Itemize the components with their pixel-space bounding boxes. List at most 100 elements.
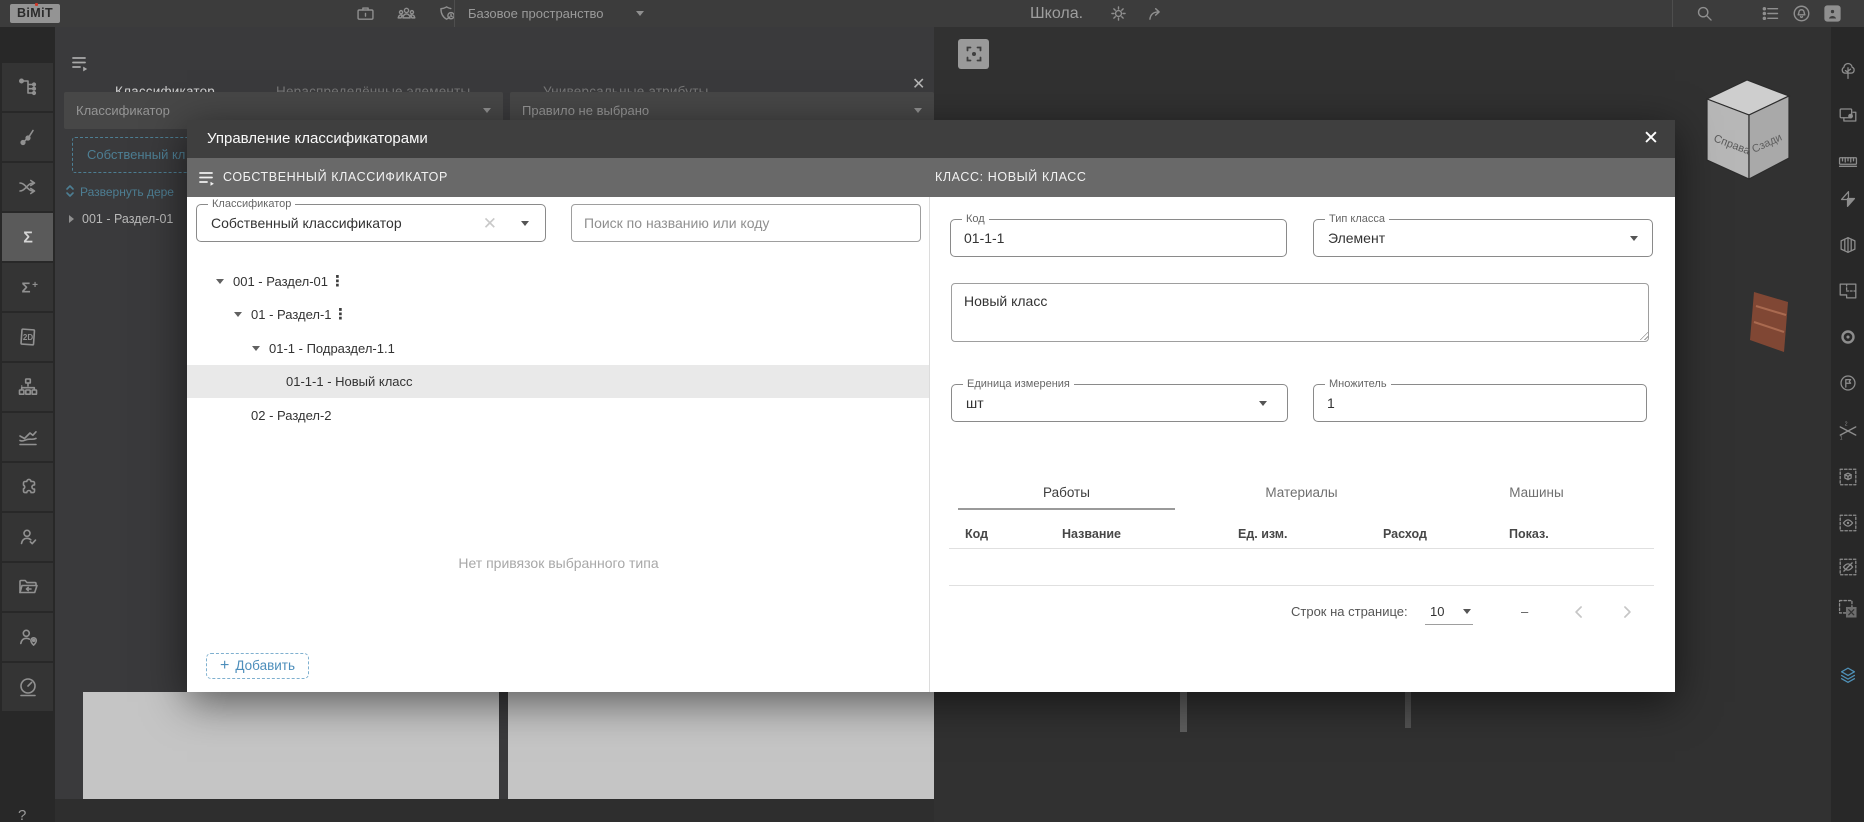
multiplier-field[interactable]: Множитель: [1313, 384, 1647, 422]
dialog-title: Управление классификаторами: [207, 130, 428, 147]
workspace-selector[interactable]: Базовое пространство: [468, 0, 604, 27]
user-location-icon[interactable]: [2, 613, 53, 661]
locate-icon[interactable]: [1831, 317, 1864, 357]
code-input[interactable]: [964, 220, 1256, 256]
clear-selection-icon[interactable]: [1831, 589, 1864, 629]
tree-row[interactable]: 01 - Раздел-1 ⋮: [187, 298, 929, 331]
gauge-icon[interactable]: [2, 663, 53, 711]
logo-accent-dot: [35, 3, 38, 6]
kebab-menu-icon[interactable]: ⋮: [330, 265, 345, 298]
puzzle-icon[interactable]: [2, 463, 53, 511]
help-icon[interactable]: ?: [18, 807, 26, 822]
avatar-icon[interactable]: [1822, 3, 1843, 24]
expand-collapse-icon: [64, 184, 76, 203]
tree-row[interactable]: 001 - Раздел-01 ⋮: [187, 265, 929, 298]
table-divider: [949, 548, 1654, 549]
briefcase-icon[interactable]: [355, 3, 376, 24]
tab-works[interactable]: Работы: [949, 485, 1184, 507]
gear-icon[interactable]: [1108, 3, 1129, 24]
user-check-icon[interactable]: [2, 513, 53, 561]
caret-down-icon[interactable]: [234, 312, 242, 317]
ruler-icon[interactable]: [1831, 141, 1864, 181]
caret-down-icon[interactable]: [252, 346, 260, 351]
shuffle-icon[interactable]: [2, 163, 53, 211]
background-tree-item[interactable]: 001 - Раздел-01: [69, 212, 173, 226]
clear-icon[interactable]: ✕: [483, 215, 497, 232]
panel-menu-icon[interactable]: [70, 53, 90, 78]
tree-search-input[interactable]: [572, 205, 920, 241]
show-eye-icon[interactable]: [1831, 503, 1864, 543]
plus-icon: +: [220, 657, 229, 674]
caret-right-icon[interactable]: [69, 215, 74, 223]
search-icon[interactable]: [1694, 3, 1715, 24]
chevron-down-icon[interactable]: [1259, 401, 1267, 406]
trend-chart-icon[interactable]: [2, 413, 53, 461]
tree-row-selected[interactable]: 01-1-1 - Новый класс: [187, 365, 929, 398]
unit-select[interactable]: Единица измерения шт: [951, 384, 1288, 422]
classifier-dropdown-label: Классификатор: [76, 103, 170, 118]
add-binding-button[interactable]: + Добавить: [206, 653, 309, 679]
hide-eye-icon[interactable]: [1831, 547, 1864, 587]
column-header-name: Название: [1062, 527, 1121, 541]
chevron-down-icon[interactable]: [521, 221, 529, 226]
tree-row-label: 01 - Раздел-1: [251, 298, 332, 331]
org-chart-icon[interactable]: [2, 363, 53, 411]
dialog-body: Классификатор Собственный классификатор …: [187, 197, 1675, 692]
chevron-down-icon[interactable]: [636, 11, 644, 16]
caret-down-icon[interactable]: [216, 279, 224, 284]
tree-view-icon[interactable]: [1831, 51, 1864, 91]
sum-icon[interactable]: Σ: [2, 213, 53, 261]
tree-row-label: 01-1-1 - Новый класс: [286, 365, 413, 398]
folder-return-icon[interactable]: [2, 563, 53, 611]
kebab-menu-icon[interactable]: ⋮: [333, 298, 348, 331]
dialog-close-icon[interactable]: ✕: [1641, 129, 1661, 149]
model-fragment-brick: [1748, 288, 1792, 356]
tree-search[interactable]: [571, 204, 921, 242]
overlap-select-icon[interactable]: [1831, 95, 1864, 135]
section-menu-icon[interactable]: [197, 168, 217, 193]
chevron-down-icon[interactable]: [1630, 236, 1638, 241]
focus-selection-button[interactable]: [958, 39, 989, 69]
sum-plus-icon[interactable]: Σ+: [2, 263, 53, 311]
tab-machines[interactable]: Машины: [1419, 485, 1654, 507]
flip-flash-icon[interactable]: [1831, 179, 1864, 219]
classifier-select[interactable]: Классификатор Собственный классификатор …: [196, 204, 546, 242]
share-icon[interactable]: [1146, 3, 1167, 24]
multiplier-input[interactable]: [1327, 385, 1616, 421]
floorplan-icon[interactable]: [1831, 271, 1864, 311]
code-field[interactable]: Код: [950, 219, 1287, 257]
isolate-icon[interactable]: [1831, 457, 1864, 497]
navigation-cube[interactable]: Справа Сзади: [1700, 65, 1800, 185]
doc-2d-icon[interactable]: 2D: [2, 313, 53, 361]
rows-select-underline: [1425, 624, 1473, 625]
list-icon[interactable]: [1760, 3, 1781, 24]
axes-icon[interactable]: 12: [1831, 411, 1864, 451]
topbar-divider: [454, 0, 455, 27]
class-type-select[interactable]: Тип класса Элемент: [1313, 219, 1653, 257]
app-logo[interactable]: BiMiT: [10, 4, 60, 23]
svg-text:Σ: Σ: [23, 230, 33, 247]
tab-materials[interactable]: Материалы: [1184, 485, 1419, 507]
team-icon[interactable]: [396, 3, 417, 24]
tree-row[interactable]: 01-1 - Подраздел-1.1: [187, 332, 929, 365]
tree-row-label: 001 - Раздел-01: [233, 265, 328, 298]
add-binding-label: Добавить: [235, 658, 295, 673]
panel-close-icon[interactable]: ✕: [912, 77, 925, 93]
tree-row[interactable]: 02 - Раздел-2: [187, 399, 929, 432]
flag-icon[interactable]: [1831, 363, 1864, 403]
right-section-title: КЛАСС: НОВЫЙ КЛАСС: [935, 158, 1087, 197]
bell-icon[interactable]: [1791, 3, 1812, 24]
column-header-indicator: Показ.: [1509, 527, 1549, 541]
class-description-textarea[interactable]: Новый класс: [951, 283, 1649, 342]
rows-per-page-select[interactable]: 10: [1430, 601, 1444, 623]
next-page-icon[interactable]: [1617, 602, 1637, 627]
frame-crosshair-icon: [964, 44, 984, 64]
right-toolbar: 12: [1831, 27, 1864, 822]
chevron-down-icon[interactable]: [1463, 609, 1471, 614]
model-tree-icon[interactable]: [2, 63, 53, 111]
teal-layers-icon[interactable]: [1831, 655, 1864, 695]
connections-icon[interactable]: [2, 113, 53, 161]
cube-section-icon[interactable]: [1831, 225, 1864, 265]
prev-page-icon[interactable]: [1569, 602, 1589, 627]
expand-tree-link[interactable]: Развернуть дере: [80, 185, 174, 199]
